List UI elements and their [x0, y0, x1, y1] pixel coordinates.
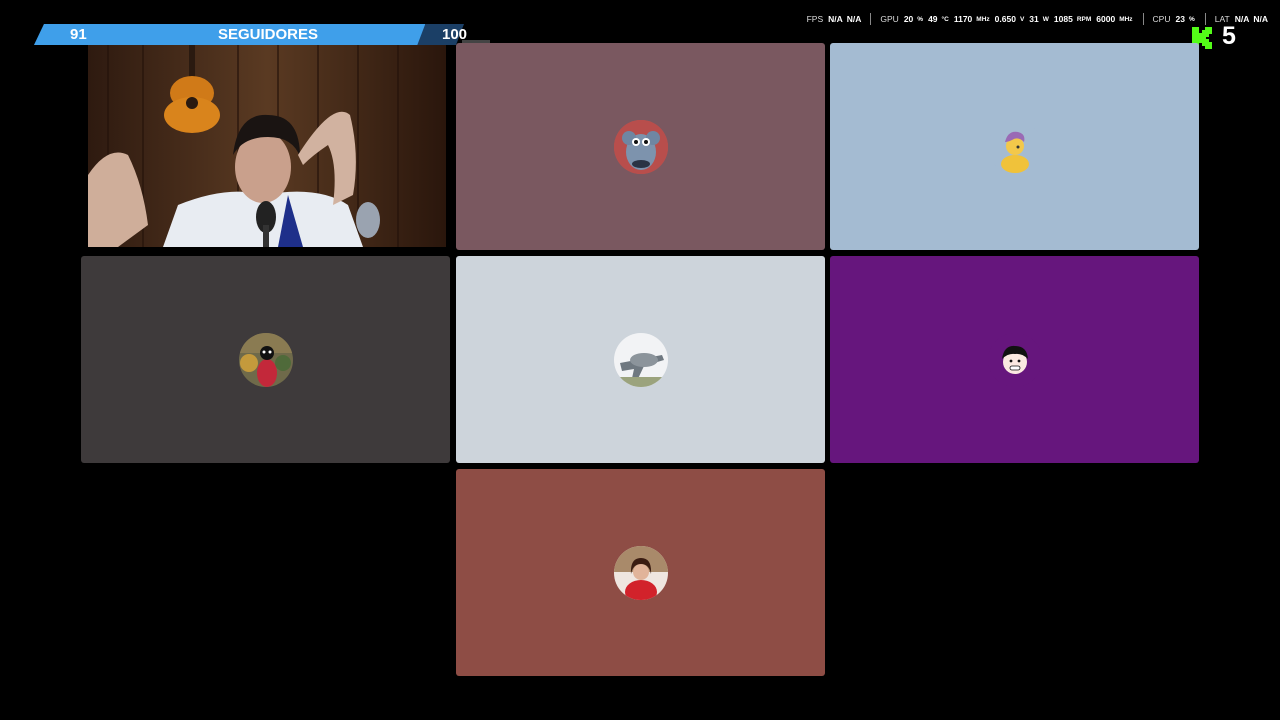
gpu-clock: 1170 — [953, 14, 973, 24]
participant-tile[interactable] — [456, 43, 825, 250]
woman-photo-avatar-icon — [613, 545, 668, 600]
fps-label: FPS — [806, 14, 824, 24]
participant-tile[interactable] — [456, 256, 825, 463]
gpu-fan: 1085 — [1053, 14, 1073, 24]
gpu-mem-clock-unit: MHz — [1119, 15, 1133, 23]
participant-tile[interactable] — [830, 256, 1199, 463]
webcam-tile — [88, 45, 446, 247]
gpu-power: 31 — [1029, 14, 1039, 24]
gpu-clock-unit: MHz — [976, 15, 990, 23]
follower-goal: 100 — [442, 26, 468, 43]
gpu-temp: 49 — [928, 14, 938, 24]
mouse-plush-avatar-icon — [613, 119, 668, 174]
cpu-label: CPU — [1152, 14, 1171, 24]
gpu-voltage: 0.650 — [994, 14, 1016, 24]
cpu-load: 23 — [1175, 14, 1185, 24]
divider — [1142, 13, 1144, 25]
webcam-feed-icon — [88, 45, 446, 247]
gpu-load: 20 — [903, 14, 914, 24]
fps-value-alt: N/A — [846, 14, 862, 24]
gpu-load-unit: % — [917, 15, 924, 23]
airplane-avatar-icon — [613, 332, 668, 387]
cpu-load-unit: % — [1188, 15, 1195, 23]
person-photo-avatar-icon — [238, 332, 293, 387]
gpu-power-unit: W — [1042, 15, 1049, 23]
fps-value: N/A — [828, 14, 843, 24]
performance-overlay: FPS N/A N/A GPU 20% 49 °C 1170 MHz 0.650 V … — [807, 13, 1268, 25]
follower-label: SEGUIDORES — [217, 26, 319, 43]
follower-goal-bar: 91 SEGUIDORES 100 — [34, 24, 490, 45]
divider — [870, 13, 872, 25]
cartoon-character-avatar-icon — [987, 119, 1042, 174]
participant-tile[interactable] — [456, 469, 825, 676]
gpu-voltage-unit: V — [1019, 15, 1025, 23]
gpu-temp-unit: °C — [941, 15, 949, 23]
lat-value: N/A — [1234, 14, 1250, 24]
gpu-label: GPU — [880, 14, 899, 24]
gpu-mem-clock: 6000 — [1096, 14, 1116, 24]
divider — [1204, 13, 1206, 25]
participant-tile[interactable] — [830, 43, 1199, 250]
cartoon-face-avatar-icon — [987, 332, 1042, 387]
lat-value-alt: N/A — [1253, 14, 1268, 24]
participant-tile[interactable] — [81, 256, 450, 463]
viewer-count: 5 — [1222, 22, 1236, 50]
gpu-fan-unit: RPM — [1076, 15, 1092, 23]
